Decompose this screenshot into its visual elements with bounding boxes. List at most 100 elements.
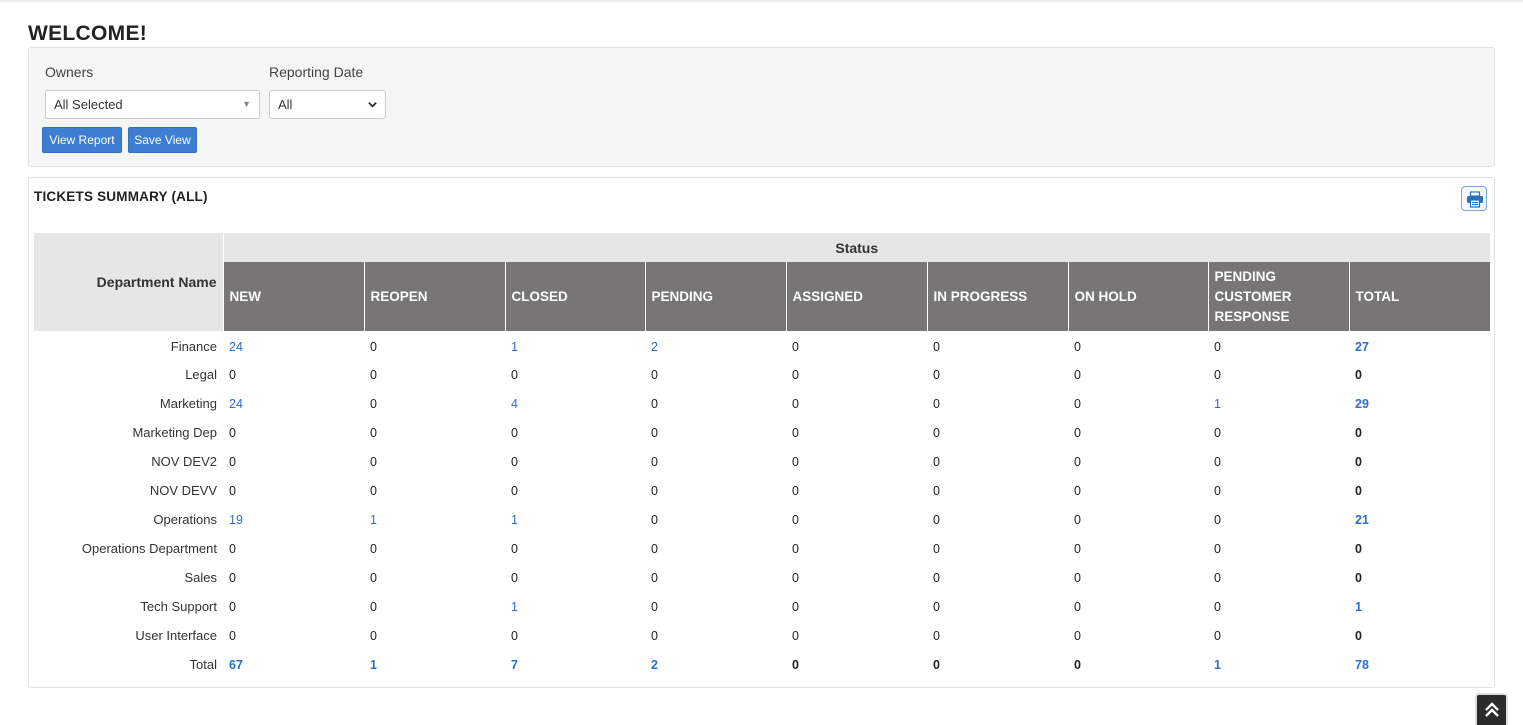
ticket-count-cell: 0	[651, 454, 658, 469]
department-name: Finance	[170, 339, 217, 354]
total-label: Total	[189, 657, 217, 672]
total-count-cell[interactable]: 67	[223, 650, 364, 679]
reporting-date-value: All	[278, 97, 293, 112]
ticket-count-cell: 0	[229, 541, 236, 556]
ticket-count-cell[interactable]: 1	[505, 592, 645, 621]
ticket-count-cell: 0	[933, 541, 940, 556]
tickets-summary-table: Department Name Status NEW REOPEN CLOSED PE…	[34, 233, 1491, 679]
tickets-summary-panel: TICKETS SUMMARY (ALL) Department Name St…	[28, 177, 1495, 688]
table-row: User Interface 0 0 0 0 0 0 0 0 0	[34, 621, 1490, 650]
department-name: Sales	[184, 570, 217, 585]
ticket-count-cell: 0	[792, 483, 799, 498]
ticket-count-cell: 0	[933, 570, 940, 585]
table-row: Marketing Dep 0 0 0 0 0 0 0 0 0	[34, 418, 1490, 447]
ticket-count-cell: 0	[370, 396, 377, 411]
ticket-count-cell[interactable]: 19	[223, 505, 364, 534]
ticket-count-cell: 0	[1074, 570, 1081, 585]
ticket-count-cell: 0	[229, 628, 236, 643]
ticket-count-cell: 0	[511, 570, 518, 585]
ticket-count-cell: 0	[651, 628, 658, 643]
ticket-count-cell: 0	[792, 454, 799, 469]
department-name: Legal	[185, 367, 217, 382]
save-view-button[interactable]: Save View	[128, 127, 197, 153]
total-count-cell[interactable]: 27	[1349, 331, 1490, 360]
total-count-cell[interactable]: 78	[1349, 650, 1490, 679]
ticket-count-cell[interactable]: 24	[223, 389, 364, 418]
ticket-count-cell: 0	[229, 599, 236, 614]
ticket-count-cell: 0	[370, 367, 377, 382]
total-count-cell[interactable]: 1	[1349, 592, 1490, 621]
ticket-count-cell: 0	[792, 570, 799, 585]
ticket-count-cell: 0	[1214, 425, 1221, 440]
total-count-cell: 0	[1355, 367, 1362, 382]
ticket-count-cell[interactable]: 24	[223, 331, 364, 360]
column-header-assigned: ASSIGNED	[785, 262, 927, 331]
ticket-count-cell[interactable]: 1	[1208, 389, 1349, 418]
department-name: Marketing	[159, 396, 217, 411]
ticket-count-cell: 0	[229, 425, 236, 440]
column-header-pending: PENDING	[644, 262, 786, 331]
table-row: Marketing 24 0 4 0 0 0 0 1 29	[34, 389, 1490, 418]
print-button[interactable]	[1461, 186, 1487, 211]
owners-select[interactable]: All Selected ▼	[45, 90, 260, 119]
ticket-count-cell: 0	[511, 425, 518, 440]
total-row: Total 67 1 7 2 0 0 0 1 78	[34, 650, 1490, 679]
ticket-count-cell: 0	[1074, 512, 1081, 527]
ticket-count-cell[interactable]: 1	[505, 331, 645, 360]
total-count-cell[interactable]: 29	[1349, 389, 1490, 418]
total-count-cell[interactable]: 1	[1208, 650, 1349, 679]
column-header-on-hold: ON HOLD	[1067, 262, 1208, 331]
ticket-count-cell: 0	[370, 425, 377, 440]
reporting-date-select[interactable]: All	[269, 90, 386, 119]
column-header-pending-customer-response: PENDING CUSTOMER RESPONSE	[1207, 262, 1349, 331]
total-count-cell[interactable]: 2	[645, 650, 786, 679]
ticket-count-cell: 0	[1214, 512, 1221, 527]
ticket-count-cell: 0	[651, 483, 658, 498]
ticket-count-cell: 0	[651, 396, 658, 411]
ticket-count-cell[interactable]: 4	[505, 389, 645, 418]
ticket-count-cell: 0	[511, 483, 518, 498]
double-chevron-up-icon	[1485, 702, 1499, 717]
total-count-cell: 0	[1355, 628, 1362, 643]
ticket-count-cell[interactable]: 2	[645, 331, 786, 360]
summary-title: TICKETS SUMMARY (ALL)	[34, 189, 208, 204]
column-header-closed: CLOSED	[504, 262, 645, 331]
total-count-cell: 0	[792, 657, 799, 672]
column-header-in-progress: IN PROGRESS	[926, 262, 1068, 331]
table-row: Operations Department 0 0 0 0 0 0 0 0 0	[34, 534, 1490, 563]
ticket-count-cell: 0	[1074, 339, 1081, 354]
total-count-cell[interactable]: 21	[1349, 505, 1490, 534]
ticket-count-cell: 0	[1214, 454, 1221, 469]
ticket-count-cell[interactable]: 1	[505, 505, 645, 534]
total-count-cell: 0	[1074, 657, 1081, 672]
ticket-count-cell: 0	[1214, 339, 1221, 354]
ticket-count-cell: 0	[933, 599, 940, 614]
department-name: Operations Department	[81, 541, 217, 556]
ticket-count-cell: 0	[1074, 454, 1081, 469]
ticket-count-cell: 0	[933, 628, 940, 643]
ticket-count-cell: 0	[1074, 425, 1081, 440]
column-header-new: NEW	[222, 262, 364, 331]
department-name: Marketing Dep	[132, 425, 217, 440]
column-header-total: TOTAL	[1348, 262, 1491, 331]
total-count-cell[interactable]: 7	[505, 650, 645, 679]
ticket-count-cell: 0	[229, 367, 236, 382]
ticket-count-cell: 0	[370, 570, 377, 585]
ticket-count-cell: 0	[370, 483, 377, 498]
ticket-count-cell: 0	[1214, 599, 1221, 614]
ticket-count-cell: 0	[792, 367, 799, 382]
chevron-down-icon	[368, 102, 377, 108]
department-name-header: Department Name	[34, 233, 223, 331]
department-name: User Interface	[135, 628, 217, 643]
ticket-count-cell: 0	[933, 454, 940, 469]
ticket-count-cell[interactable]: 1	[364, 505, 505, 534]
ticket-count-cell: 0	[1214, 628, 1221, 643]
page-title: WELCOME!	[28, 22, 148, 45]
ticket-count-cell: 0	[651, 541, 658, 556]
ticket-count-cell: 0	[933, 396, 940, 411]
total-count-cell[interactable]: 1	[364, 650, 505, 679]
printer-icon	[1467, 191, 1483, 208]
total-count-cell: 0	[1355, 570, 1362, 585]
scroll-to-top-button[interactable]	[1475, 693, 1508, 725]
view-report-button[interactable]: View Report	[42, 127, 122, 153]
